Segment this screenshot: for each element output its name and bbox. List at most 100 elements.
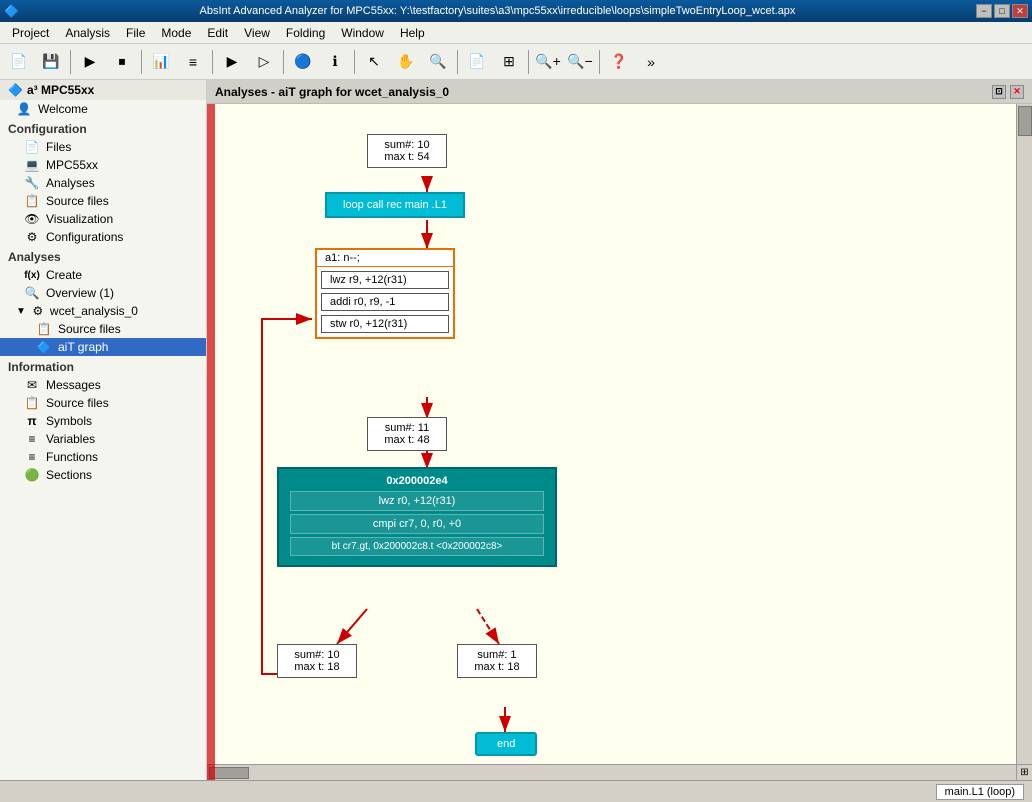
sidebar: 🔷 a³ MPC55xx 👤 Welcome Configuration 📄 F… [0,80,207,780]
toolbar-cursor[interactable]: ↖ [359,48,389,76]
title-bar-icon: 🔷 [4,4,19,18]
node-end: end [475,732,537,756]
messages-icon: ✉ [24,378,40,392]
project-icon: 🔷 [8,83,23,97]
sections-icon: 🟢 [24,468,40,482]
symbols-icon: π [24,414,40,428]
left-border-indicator [207,104,215,780]
toolbar-help[interactable]: ❓ [604,48,634,76]
title-bar-title: AbsInt Advanced Analyzer for MPC55xx: Y:… [19,5,976,17]
sidebar-wcet-sourcefiles[interactable]: 📋 Source files [0,320,206,338]
toolbar-sep-4 [283,50,284,74]
menu-view[interactable]: View [236,24,278,42]
toolbar-save[interactable]: 💾 [36,48,66,76]
horizontal-scrollbar[interactable] [207,764,1016,780]
sidebar-item-sourcefiles-info[interactable]: 📋 Source files [0,394,206,412]
info-section-header: Information [0,356,206,376]
toolbar-analyze[interactable]: 📊 [146,48,176,76]
config-section-header: Configuration [0,118,206,138]
toolbar-sep-1 [70,50,71,74]
sidebar-item-create[interactable]: f(x) Create [0,266,206,284]
project-name: a³ MPC55xx [27,83,94,97]
toolbar-sep-3 [212,50,213,74]
graph-area[interactable]: sum#: 10 max t: 54 loop call rec main .L… [207,104,1032,780]
toolbar-more[interactable]: » [636,48,666,76]
sidebar-item-functions[interactable]: ≡ Functions [0,448,206,466]
sidebar-item-symbols[interactable]: π Symbols [0,412,206,430]
toolbar-grid[interactable]: ⊞ [494,48,524,76]
sidebar-item-configurations[interactable]: ⚙ Configurations [0,228,206,246]
maximize-button[interactable]: □ [994,4,1010,18]
sidebar-welcome[interactable]: 👤 Welcome [0,100,206,118]
flowchart-container: sum#: 10 max t: 54 loop call rec main .L… [237,114,617,780]
create-icon: f(x) [24,270,40,281]
menu-file[interactable]: File [118,24,153,42]
status-location: main.L1 (loop) [936,784,1024,800]
toolbar-page[interactable]: 📄 [462,48,492,76]
tree-expand-icon: ▼ [16,306,26,317]
project-label: 🔷 a³ MPC55xx [0,80,206,100]
menu-window[interactable]: Window [333,24,392,42]
wcet-sourcefiles-icon: 📋 [36,322,52,336]
toolbar-sep-7 [528,50,529,74]
node-4: sum#: 11 max t: 48 [367,417,447,451]
resize-corner: ⊞ [1016,764,1032,780]
sidebar-wcet-group[interactable]: ▼ ⚙ wcet_analysis_0 [0,302,206,320]
toolbar-zoomin[interactable]: 🔍+ [533,48,563,76]
content-restore-btn[interactable]: ⊡ [992,85,1006,99]
sidebar-item-overview[interactable]: 🔍 Overview (1) [0,284,206,302]
files-icon: 📄 [24,140,40,154]
node-a1: a1: n--; lwz r9, +12(r31) addi r0, r9, -… [315,248,455,339]
vertical-scrollbar[interactable] [1016,104,1032,780]
menu-analysis[interactable]: Analysis [57,24,118,42]
sidebar-item-visualization[interactable]: 👁 Visualization [0,210,206,228]
sidebar-item-variables[interactable]: ≡ Variables [0,430,206,448]
window-controls: − □ ✕ [976,4,1028,18]
minimize-button[interactable]: − [976,4,992,18]
content-title: Analyses - aiT graph for wcet_analysis_0 [215,85,449,99]
toolbar-circle[interactable]: 🔵 [288,48,318,76]
analyses-section-header: Analyses [0,246,206,266]
menu-mode[interactable]: Mode [153,24,199,42]
sidebar-item-mpc55xx[interactable]: 💻 MPC55xx [0,156,206,174]
menu-project[interactable]: Project [4,24,57,42]
main-layout: 🔷 a³ MPC55xx 👤 Welcome Configuration 📄 F… [0,80,1032,780]
title-bar: 🔷 AbsInt Advanced Analyzer for MPC55xx: … [0,0,1032,22]
menu-folding[interactable]: Folding [278,24,333,42]
sidebar-ait-graph[interactable]: 🔷 aiT graph [0,338,206,356]
wcet-group-icon: ⚙ [30,304,46,318]
toolbar-sep-8 [599,50,600,74]
content-close-btn[interactable]: ✕ [1010,85,1024,99]
menu-help[interactable]: Help [392,24,433,42]
functions-icon: ≡ [24,450,40,464]
close-button[interactable]: ✕ [1012,4,1028,18]
overview-icon: 🔍 [24,286,40,300]
toolbar: 📄 💾 ▶ ⏹ 📊 ≡ ▶ ▷ 🔵 ℹ ↖ ✋ 🔍 📄 ⊞ 🔍+ 🔍− ❓ » [0,44,1032,80]
sidebar-item-sourcefiles-config[interactable]: 📋 Source files [0,192,206,210]
toolbar-play[interactable]: ▶ [217,48,247,76]
toolbar-stop[interactable]: ⏹ [107,48,137,76]
toolbar-search[interactable]: 🔍 [423,48,453,76]
sidebar-item-sections[interactable]: 🟢 Sections [0,466,206,484]
node-7: sum#: 1 max t: 18 [457,644,537,678]
toolbar-run[interactable]: ▶ [75,48,105,76]
toolbar-zoomout[interactable]: 🔍− [565,48,595,76]
toolbar-sep-2 [141,50,142,74]
mpc55xx-icon: 💻 [24,158,40,172]
configurations-icon: ⚙ [24,230,40,244]
toolbar-sep-5 [354,50,355,74]
toolbar-list[interactable]: ≡ [178,48,208,76]
toolbar-info[interactable]: ℹ [320,48,350,76]
sidebar-item-messages[interactable]: ✉ Messages [0,376,206,394]
sidebar-item-analyses[interactable]: 🔧 Analyses [0,174,206,192]
menu-edit[interactable]: Edit [199,24,236,42]
node-loop-call: loop call rec main .L1 [325,192,465,218]
content-header-controls: ⊡ ✕ [992,85,1024,99]
toolbar-playfwd[interactable]: ▷ [249,48,279,76]
toolbar-new[interactable]: 📄 [4,48,34,76]
sidebar-item-files[interactable]: 📄 Files [0,138,206,156]
variables-icon: ≡ [24,432,40,446]
toolbar-hand[interactable]: ✋ [391,48,421,76]
node-6: sum#: 10 max t: 18 [277,644,357,678]
sourcefiles-config-icon: 📋 [24,194,40,208]
